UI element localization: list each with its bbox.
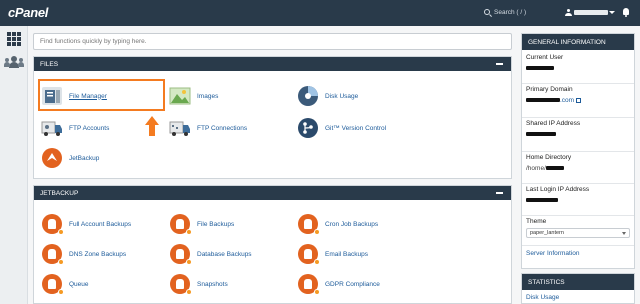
statistics-panel: STATISTICS Disk Usage	[521, 273, 635, 304]
general-information-panel: GENERAL INFORMATION Current User Primary…	[521, 33, 635, 269]
home-directory-redacted	[545, 166, 564, 171]
app-label: Full Account Backups	[69, 220, 132, 228]
app-label: Snapshots	[197, 280, 228, 288]
jetbackup-icon	[41, 147, 63, 169]
theme-label: Theme	[526, 218, 547, 225]
dns-zone-backups-icon	[41, 243, 64, 265]
app-jetbackup[interactable]: JetBackup	[41, 146, 99, 170]
app-label: Database Backups	[197, 250, 252, 258]
app-label: Disk Usage	[325, 92, 359, 100]
app-label: Git™ Version Control	[325, 124, 387, 132]
app-snapshots[interactable]: Snapshots	[169, 272, 228, 296]
app-ftp-connections[interactable]: FTP Connections	[169, 116, 247, 140]
top-search-label: Search ( / )	[494, 9, 527, 16]
search-input[interactable]: Find functions quickly by typing here.	[33, 33, 512, 50]
app-full-account-backups[interactable]: Full Account Backups	[41, 212, 131, 236]
file-manager-icon	[41, 85, 63, 107]
home-directory-block: Home Directory /home/	[522, 154, 634, 184]
general-information-header: GENERAL INFORMATION	[522, 34, 634, 50]
theme-select[interactable]: paper_lantern	[526, 228, 630, 238]
app-label: DNS Zone Backups	[69, 250, 127, 258]
jetbackup-panel: JETBACKUP Full Account Backups File Back…	[33, 185, 512, 304]
cpanel-logo[interactable]: cPanel	[8, 5, 48, 20]
snapshots-icon	[169, 273, 192, 295]
server-information-label: Server Information	[526, 250, 580, 257]
server-information-link[interactable]: Server Information	[526, 250, 579, 257]
files-panel-title: FILES	[40, 61, 59, 68]
home-directory-label: Home Directory	[526, 154, 572, 161]
last-login-redacted	[526, 198, 558, 203]
app-email-backups[interactable]: Email Backups	[297, 242, 368, 266]
app-gdpr-compliance[interactable]: GDPR Compliance	[297, 272, 380, 296]
primary-domain-block: Primary Domain .com	[522, 86, 634, 118]
search-icon	[484, 9, 490, 15]
top-search[interactable]: Search ( / )	[484, 9, 526, 16]
app-label: File Backups	[197, 220, 235, 228]
app-label: FTP Connections	[197, 124, 248, 132]
left-sidebar	[0, 26, 28, 304]
chevron-down-icon	[609, 11, 615, 14]
last-login-label: Last Login IP Address	[526, 186, 590, 193]
app-disk-usage[interactable]: Disk Usage	[297, 84, 358, 108]
current-user-redacted	[526, 66, 554, 71]
database-backups-icon	[169, 243, 192, 265]
arrow-up-icon	[145, 116, 159, 136]
collapse-icon[interactable]	[496, 63, 503, 65]
app-label: Email Backups	[325, 250, 368, 258]
user-manager-icon[interactable]	[4, 56, 24, 68]
file-backups-icon	[169, 213, 192, 235]
home-directory-value: /home/	[526, 165, 546, 172]
app-label: Cron Job Backups	[325, 220, 379, 228]
app-label: Images	[197, 92, 219, 100]
disk-usage-icon	[297, 85, 319, 107]
external-link-icon[interactable]	[576, 98, 582, 103]
app-label: GDPR Compliance	[325, 280, 380, 288]
user-icon	[565, 9, 572, 16]
full-account-backups-icon	[41, 213, 64, 235]
app-label: File Manager	[69, 92, 107, 100]
current-user-block: Current User	[522, 54, 634, 84]
jetbackup-panel-title: JETBACKUP	[40, 190, 79, 197]
app-file-manager[interactable]: File Manager	[41, 84, 107, 108]
git-icon	[297, 117, 319, 139]
theme-block: Theme paper_lantern	[522, 218, 634, 246]
app-cron-job-backups[interactable]: Cron Job Backups	[297, 212, 378, 236]
bell-icon[interactable]	[622, 8, 630, 17]
collapse-icon[interactable]	[496, 192, 503, 194]
username-redacted	[574, 10, 608, 15]
statistics-header: STATISTICS	[522, 274, 634, 290]
primary-domain-redacted	[526, 98, 560, 103]
app-images[interactable]: Images	[169, 84, 218, 108]
app-file-backups[interactable]: File Backups	[169, 212, 234, 236]
email-backups-icon	[297, 243, 320, 265]
app-dns-zone-backups[interactable]: DNS Zone Backups	[41, 242, 126, 266]
primary-domain-link[interactable]: .com	[560, 97, 574, 104]
shared-ip-redacted	[526, 132, 556, 137]
app-label: JetBackup	[69, 154, 100, 162]
app-database-backups[interactable]: Database Backups	[169, 242, 252, 266]
queue-icon	[41, 273, 64, 295]
app-label: Queue	[69, 280, 89, 288]
files-panel-header[interactable]: FILES	[34, 57, 511, 71]
user-menu[interactable]	[565, 8, 615, 17]
statistics-disk-usage-link[interactable]: Disk Usage	[526, 294, 559, 301]
current-user-label: Current User	[526, 54, 564, 61]
cron-job-backups-icon	[297, 213, 320, 235]
ftp-accounts-icon	[41, 117, 63, 139]
app-queue[interactable]: Queue	[41, 272, 89, 296]
jetbackup-panel-header[interactable]: JETBACKUP	[34, 186, 511, 200]
images-icon	[169, 85, 191, 107]
shared-ip-label: Shared IP Address	[526, 120, 581, 127]
shared-ip-block: Shared IP Address	[522, 120, 634, 152]
primary-domain-label: Primary Domain	[526, 86, 573, 93]
app-ftp-accounts[interactable]: FTP Accounts	[41, 116, 109, 140]
app-git-version-control[interactable]: Git™ Version Control	[297, 116, 386, 140]
ftp-connections-icon	[169, 117, 191, 139]
top-bar: cPanel Search ( / )	[0, 0, 640, 26]
app-label: FTP Accounts	[69, 124, 110, 132]
files-panel: FILES File Manager Images Disk Usage FTP…	[33, 56, 512, 179]
home-grid-icon[interactable]	[7, 32, 21, 46]
gdpr-compliance-icon	[297, 273, 320, 295]
last-login-block: Last Login IP Address	[522, 186, 634, 216]
